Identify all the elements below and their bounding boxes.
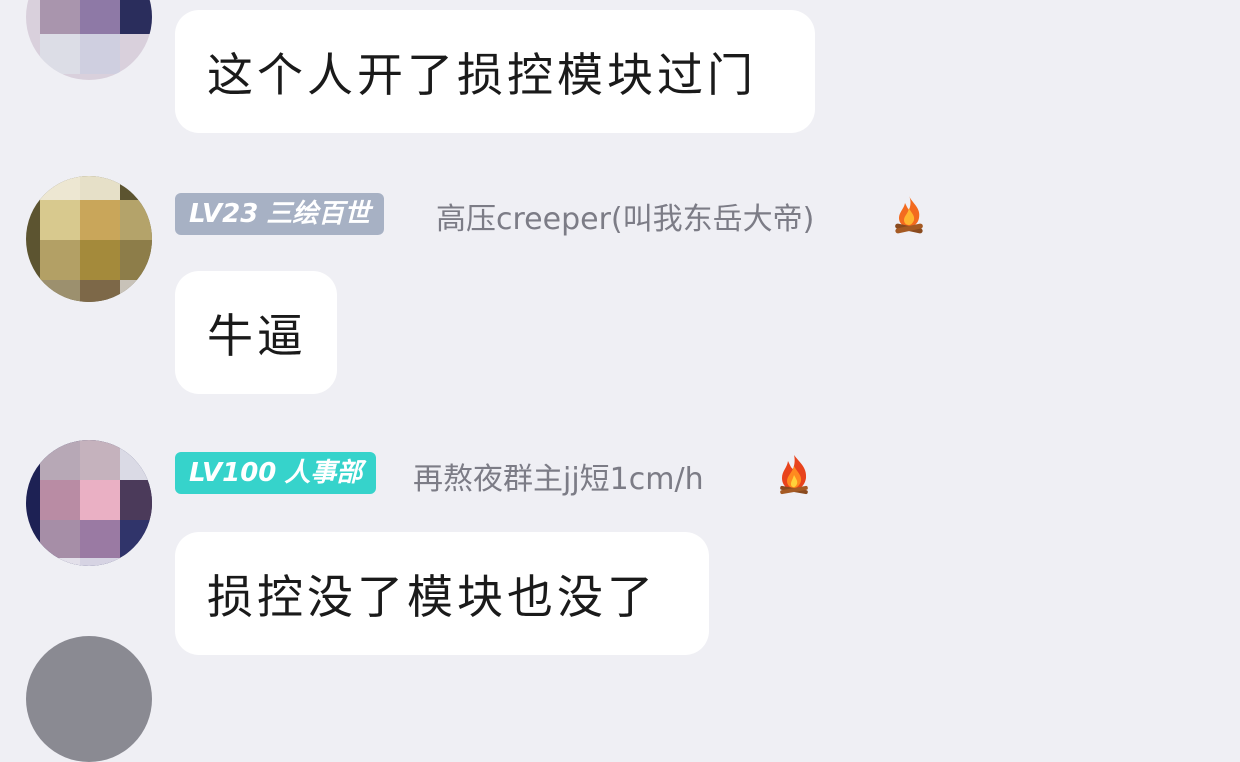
message-text: 牛逼 xyxy=(207,308,307,363)
message-text: 损控没了模块也没了 xyxy=(207,569,657,624)
message-bubble[interactable]: 损控没了模块也没了 xyxy=(175,532,709,655)
message-bubble[interactable]: 这个人开了损控模块过门 xyxy=(175,10,815,133)
username[interactable]: 再熬夜群主jj短1cm/h xyxy=(413,454,704,498)
level-text: LV100 xyxy=(189,458,277,488)
message-bubble[interactable]: 牛逼 xyxy=(175,271,337,394)
avatar[interactable] xyxy=(26,636,152,762)
avatar[interactable] xyxy=(26,440,152,566)
level-badge: LV100 人事部 xyxy=(175,452,377,494)
level-badge: LV23 三绘百世 xyxy=(175,193,385,235)
username[interactable]: 高压creeper(叫我东岳大帝) xyxy=(436,194,814,238)
avatar[interactable] xyxy=(26,176,152,302)
campfire-icon xyxy=(895,196,923,234)
fire-icon xyxy=(780,455,808,495)
title-text: 人事部 xyxy=(284,458,363,488)
message-text: 这个人开了损控模块过门 xyxy=(207,47,757,102)
level-text: LV23 xyxy=(189,199,259,229)
avatar[interactable] xyxy=(26,0,152,80)
title-text: 三绘百世 xyxy=(266,199,371,229)
